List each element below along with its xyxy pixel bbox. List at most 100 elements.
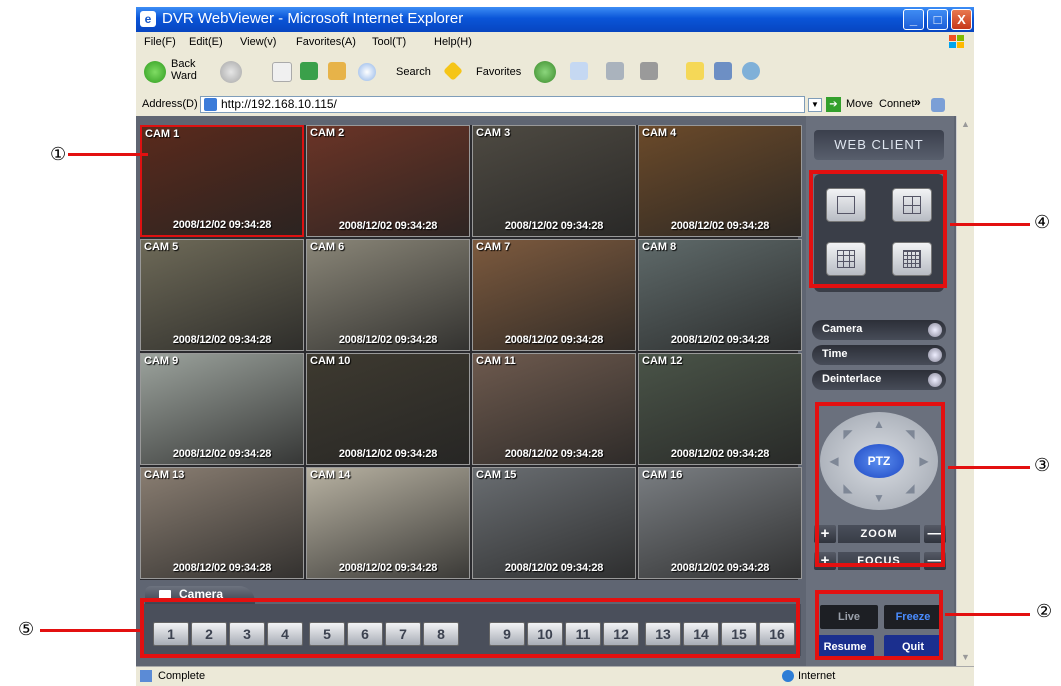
arrow-4 [950, 223, 1030, 226]
back-icon[interactable] [144, 61, 166, 83]
ptz-highlight-box [815, 402, 945, 567]
callout-4: ④ [1034, 212, 1051, 233]
camera-view[interactable]: CAM 5 2008/12/02 09:34:28 [140, 239, 304, 351]
arrow-2 [945, 613, 1030, 616]
camera-label: CAM 8 [642, 241, 677, 253]
camera-timestamp: 2008/12/02 09:34:28 [338, 334, 438, 346]
camera-view[interactable]: CAM 7 2008/12/02 09:34:28 [472, 239, 636, 351]
maximize-button[interactable]: □ [927, 9, 948, 30]
menu-tool[interactable]: Tool(T) [372, 36, 406, 48]
camera-view[interactable]: CAM 15 2008/12/02 09:34:28 [472, 467, 636, 579]
title-bar: e DVR WebViewer - Microsoft Internet Exp… [136, 7, 974, 32]
camera-view[interactable]: CAM 6 2008/12/02 09:34:28 [306, 239, 470, 351]
camera-label: CAM 7 [476, 241, 511, 253]
camera-timestamp: 2008/12/02 09:34:28 [670, 448, 770, 460]
camera-timestamp: 2008/12/02 09:34:28 [338, 220, 438, 232]
toggle-knob-icon [928, 348, 942, 362]
camera-view[interactable]: CAM 11 2008/12/02 09:34:28 [472, 353, 636, 465]
camera-view[interactable]: CAM 14 2008/12/02 09:34:28 [306, 467, 470, 579]
camera-view[interactable]: CAM 4 2008/12/02 09:34:28 [638, 125, 802, 237]
camera-label: CAM 2 [310, 127, 345, 139]
camera-view[interactable]: CAM 16 2008/12/02 09:34:28 [638, 467, 802, 579]
minimize-button[interactable]: _ [903, 9, 924, 30]
toolbar: Back Ward Search Favorites [136, 52, 974, 94]
favorites-label[interactable]: Favorites [476, 66, 521, 78]
connect-label[interactable]: Connet [879, 98, 914, 110]
back-label-1[interactable]: Back [171, 58, 195, 70]
callout-5: ⑤ [18, 619, 35, 640]
page-status-icon [140, 670, 152, 682]
camera-label: CAM 11 [476, 355, 516, 367]
time-toggle[interactable]: Time [812, 345, 946, 365]
menu-favorites[interactable]: Favorites(A) [296, 36, 356, 48]
vertical-scrollbar[interactable]: ▲ ▼ [956, 116, 974, 666]
home-icon[interactable] [328, 62, 346, 80]
scroll-down-icon[interactable]: ▼ [959, 651, 972, 664]
address-bar: Address(D) http://192.168.10.115/ ▼ ➔ Mo… [136, 94, 974, 116]
address-dropdown-icon[interactable]: ▼ [808, 98, 822, 112]
camera-timestamp: 2008/12/02 09:34:28 [504, 334, 604, 346]
camera-timestamp: 2008/12/02 09:34:28 [172, 562, 272, 574]
camera-timestamp: 2008/12/02 09:34:28 [172, 448, 272, 460]
camera-timestamp: 2008/12/02 09:34:28 [670, 334, 770, 346]
camera-view[interactable]: CAM 9 2008/12/02 09:34:28 [140, 353, 304, 465]
search-label[interactable]: Search [396, 66, 431, 78]
forward-icon[interactable] [220, 61, 242, 83]
camera-timestamp: 2008/12/02 09:34:28 [338, 448, 438, 460]
mail-icon[interactable] [570, 62, 588, 80]
arrow-3 [948, 466, 1030, 469]
go-arrow-icon[interactable]: ➔ [826, 97, 841, 112]
history-icon[interactable] [534, 61, 556, 83]
camera-label: CAM 4 [642, 127, 677, 139]
chevron-icon[interactable]: » [914, 95, 921, 109]
camera-timestamp: 2008/12/02 09:34:28 [338, 562, 438, 574]
back-label-2[interactable]: Ward [171, 70, 197, 82]
camera-timestamp: 2008/12/02 09:34:28 [172, 334, 272, 346]
camera-label: CAM 9 [144, 355, 179, 367]
research-icon[interactable] [714, 62, 732, 80]
callout-1: ① [50, 144, 67, 165]
camera-label: CAM 1 [145, 128, 180, 140]
menu-view[interactable]: View(v) [240, 36, 276, 48]
camera-view[interactable]: CAM 2 2008/12/02 09:34:28 [306, 125, 470, 237]
menu-edit[interactable]: Edit(E) [189, 36, 223, 48]
edit-icon[interactable] [640, 62, 658, 80]
internet-zone-icon [782, 670, 794, 682]
camera-view[interactable]: CAM 13 2008/12/02 09:34:28 [140, 467, 304, 579]
move-label[interactable]: Move [846, 98, 873, 110]
messenger-icon[interactable] [742, 62, 760, 80]
stop-icon[interactable] [272, 62, 292, 82]
camera-timestamp: 2008/12/02 09:34:28 [504, 448, 604, 460]
camera-view[interactable]: CAM 10 2008/12/02 09:34:28 [306, 353, 470, 465]
ie-logo-icon: e [140, 11, 156, 27]
menu-bar: File(F) Edit(E) View(v) Favorites(A) Too… [136, 32, 974, 52]
camera-label: CAM 13 [144, 469, 185, 481]
camera-label: CAM 3 [476, 127, 511, 139]
links-icon[interactable] [931, 98, 945, 112]
browser-window: e DVR WebViewer - Microsoft Internet Exp… [136, 7, 974, 686]
time-toggle-label: Time [822, 348, 848, 360]
camera-timestamp: 2008/12/02 09:34:28 [670, 220, 770, 232]
scroll-up-icon[interactable]: ▲ [959, 118, 972, 131]
close-button[interactable]: X [951, 9, 972, 30]
favorites-icon[interactable] [443, 61, 463, 81]
web-client-logo: WEB CLIENT [814, 130, 944, 160]
deinterlace-toggle-label: Deinterlace [822, 373, 882, 385]
menu-file[interactable]: File(F) [144, 36, 176, 48]
search-icon[interactable] [358, 63, 376, 81]
camera-toggle[interactable]: Camera [812, 320, 946, 340]
camera-timestamp: 2008/12/02 09:34:28 [670, 562, 770, 574]
camera-view[interactable]: CAM 8 2008/12/02 09:34:28 [638, 239, 802, 351]
page-icon [204, 98, 217, 111]
camera-view[interactable]: CAM 12 2008/12/02 09:34:28 [638, 353, 802, 465]
camera-view[interactable]: CAM 1 2008/12/02 09:34:28 [140, 125, 304, 237]
refresh-icon[interactable] [300, 62, 318, 80]
camera-view[interactable]: CAM 3 2008/12/02 09:34:28 [472, 125, 636, 237]
menu-help[interactable]: Help(H) [434, 36, 472, 48]
camera-label: CAM 12 [642, 355, 683, 367]
notes-icon[interactable] [686, 62, 704, 80]
print-icon[interactable] [606, 62, 624, 80]
camera-timestamp: 2008/12/02 09:34:28 [504, 562, 604, 574]
address-input[interactable]: http://192.168.10.115/ [200, 96, 805, 113]
deinterlace-toggle[interactable]: Deinterlace [812, 370, 946, 390]
